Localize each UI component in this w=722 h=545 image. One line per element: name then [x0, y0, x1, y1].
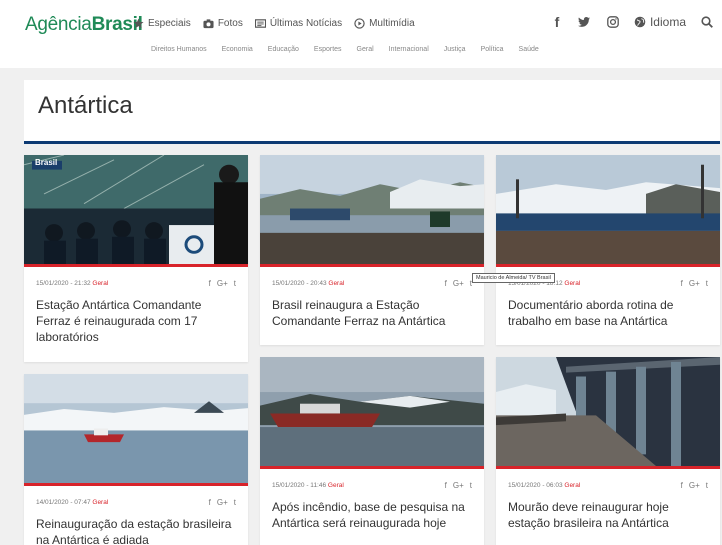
nav-fotos[interactable]: Fotos [203, 18, 243, 29]
facebook-icon[interactable]: f [550, 14, 564, 30]
card-meta: 15/01/2020 - 06:03 Geral f G+ t [496, 475, 720, 495]
news-image[interactable] [496, 357, 720, 469]
star-icon [133, 18, 144, 29]
top-navigation: Especiais Fotos Últimas Notícias Multimí… [133, 18, 415, 29]
twitter-icon[interactable] [578, 14, 592, 30]
card-date: 15/01/2020 - 11:46 [272, 481, 327, 489]
card-category[interactable]: Geral [92, 499, 108, 506]
nav-ultimas-noticias-label: Últimas Notícias [269, 18, 343, 29]
nav-especiais-label: Especiais [148, 18, 191, 29]
news-image[interactable] [24, 374, 248, 486]
card-date: 15/01/2020 - 21:32 [36, 279, 91, 287]
section-navigation: Direitos Humanos Economia Educação Espor… [151, 46, 539, 53]
multimedia-icon [354, 18, 365, 29]
subnav-item[interactable]: Geral [357, 46, 374, 53]
news-image[interactable] [260, 357, 484, 469]
facebook-share-icon[interactable]: f [445, 481, 447, 490]
twitter-share-icon[interactable]: t [470, 481, 472, 490]
card-meta: 15/01/2020 - 11:46 Geral f G+ t [260, 475, 484, 495]
card-headline[interactable]: Mourão deve reinaugurar hoje estação bra… [496, 495, 720, 531]
social-links: f Idioma [550, 14, 714, 30]
twitter-share-icon[interactable]: t [234, 279, 236, 288]
subnav-item[interactable]: Economia [222, 46, 253, 53]
camera-icon [203, 19, 214, 29]
language-selector[interactable]: Idioma [634, 15, 686, 29]
nav-fotos-label: Fotos [217, 18, 243, 29]
search-icon[interactable] [700, 14, 714, 30]
news-card[interactable]: Brasil 15/01/2020 - 21:32 Geral f G+ t E… [24, 155, 248, 362]
news-card[interactable]: 15/01/2020 - 11:46 Geral f G+ t Após inc… [260, 357, 484, 545]
news-image[interactable] [260, 155, 484, 267]
twitter-share-icon[interactable]: t [706, 481, 708, 490]
news-card[interactable]: 14/01/2020 - 07:47 Geral f G+ t Reinaugu… [24, 374, 248, 545]
share-buttons: f G+ t [445, 279, 472, 288]
card-category[interactable]: Geral [564, 280, 580, 287]
gplus-share-icon[interactable]: G+ [217, 279, 228, 288]
card-headline[interactable]: Após incêndio, base de pesquisa na Antár… [260, 495, 484, 531]
card-category[interactable]: Geral [328, 280, 344, 287]
card-date: 15/01/2020 - 20:43 [272, 279, 327, 287]
logo-text-agencia: Agência [25, 14, 92, 35]
facebook-share-icon[interactable]: f [209, 279, 211, 288]
gplus-share-icon[interactable]: G+ [217, 498, 228, 507]
language-label: Idioma [649, 15, 686, 29]
card-meta: 15/01/2020 - 20:43 Geral f G+ t [260, 273, 484, 293]
globe-icon [634, 16, 646, 28]
nav-ultimas-noticias[interactable]: Últimas Notícias [254, 18, 343, 29]
card-headline[interactable]: Reinauguração da estação brasileira na A… [24, 512, 248, 545]
card-date: 14/01/2020 - 07:47 [36, 498, 91, 506]
twitter-share-icon[interactable]: t [706, 279, 708, 288]
gplus-share-icon[interactable]: G+ [689, 279, 700, 288]
news-card[interactable]: 15/01/2020 - 06:03 Geral f G+ t Mourão d… [496, 357, 720, 545]
subnav-item[interactable]: Esportes [314, 46, 342, 53]
card-meta: 14/01/2020 - 07:47 Geral f G+ t [24, 492, 248, 512]
facebook-share-icon[interactable]: f [209, 498, 211, 507]
facebook-share-icon[interactable]: f [681, 279, 683, 288]
card-headline[interactable]: Brasil reinaugura a Estação Comandante F… [260, 293, 484, 329]
news-image[interactable] [496, 155, 720, 267]
news-image[interactable]: Brasil [24, 155, 248, 267]
page-title: Antártica [38, 92, 133, 119]
card-category[interactable]: Geral [328, 482, 344, 489]
card-category[interactable]: Geral [92, 280, 108, 287]
subnav-item[interactable]: Direitos Humanos [151, 46, 207, 53]
card-headline[interactable]: Estação Antártica Comandante Ferraz é re… [24, 293, 248, 345]
nav-especiais[interactable]: Especiais [133, 18, 191, 29]
gplus-share-icon[interactable]: G+ [453, 279, 464, 288]
twitter-share-icon[interactable]: t [234, 498, 236, 507]
subnav-item[interactable]: Política [481, 46, 504, 53]
card-date: 15/01/2020 - 06:03 [508, 481, 563, 489]
site-logo[interactable]: AgênciaBrasil [25, 14, 143, 36]
facebook-share-icon[interactable]: f [445, 279, 447, 288]
image-overlay-label: Brasil [35, 158, 58, 167]
newspaper-icon [254, 19, 266, 28]
subnav-item[interactable]: Justiça [444, 46, 466, 53]
share-buttons: f G+ t [209, 498, 236, 507]
site-header: AgênciaBrasil Especiais Fotos Últimas No… [0, 0, 722, 68]
news-card[interactable]: 15/01/2020 - 18:12 Geral f G+ t Document… [496, 155, 720, 345]
image-credit-tooltip: Mauricio de Almeida/ TV Brasil [472, 273, 555, 283]
subnav-item[interactable]: Educação [268, 46, 299, 53]
card-headline[interactable]: Documentário aborda rotina de trabalho e… [496, 293, 720, 329]
subnav-item[interactable]: Internacional [389, 46, 429, 53]
nav-multimidia[interactable]: Multimídia [354, 18, 415, 29]
news-card[interactable]: 15/01/2020 - 20:43 Geral f G+ t Brasil r… [260, 155, 484, 345]
card-category[interactable]: Geral [564, 482, 580, 489]
card-meta: 15/01/2020 - 21:32 Geral f G+ t [24, 273, 248, 293]
subnav-item[interactable]: Saúde [519, 46, 539, 53]
share-buttons: f G+ t [445, 481, 472, 490]
page-title-band: Antártica [24, 80, 720, 144]
gplus-share-icon[interactable]: G+ [453, 481, 464, 490]
gplus-share-icon[interactable]: G+ [689, 481, 700, 490]
facebook-share-icon[interactable]: f [681, 481, 683, 490]
share-buttons: f G+ t [209, 279, 236, 288]
nav-multimidia-label: Multimídia [369, 18, 415, 29]
share-buttons: f G+ t [681, 481, 708, 490]
instagram-icon[interactable] [606, 14, 620, 30]
share-buttons: f G+ t [681, 279, 708, 288]
